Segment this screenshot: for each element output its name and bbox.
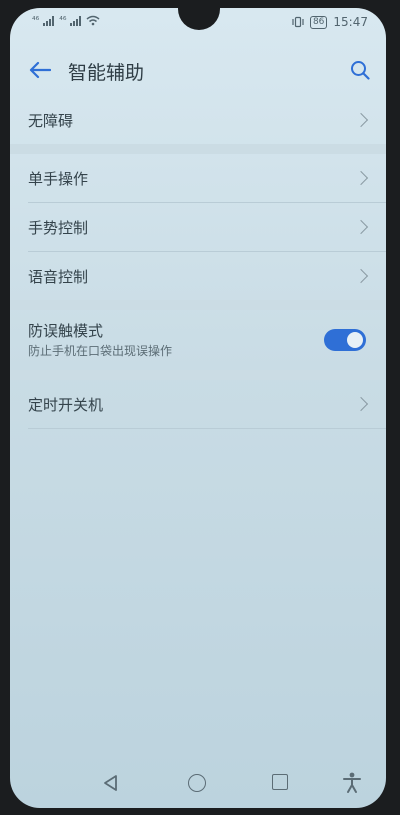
page-title: 智能辅助: [68, 62, 145, 84]
settings-item-label: 定时开关机: [28, 395, 104, 414]
settings-item-voice-control[interactable]: 语音控制: [10, 252, 386, 300]
nav-home-icon[interactable]: [188, 774, 206, 792]
group-divider: [10, 144, 386, 154]
chevron-right-icon: [353, 170, 369, 186]
settings-item-description: 防止手机在口袋出现误操作: [28, 344, 173, 358]
search-icon: [351, 61, 370, 80]
status-right: 86 15:47: [292, 15, 368, 29]
nav-back-icon[interactable]: [102, 774, 120, 792]
search-button[interactable]: [344, 54, 376, 86]
settings-item-label: 语音控制: [28, 267, 89, 286]
chevron-right-icon: [353, 112, 369, 128]
signal-1-label: ⁴⁶: [32, 15, 40, 26]
status-bar: ⁴⁶ ⁴⁶ 86 15:47: [10, 8, 386, 36]
settings-item-accessibility[interactable]: 无障碍: [10, 96, 386, 144]
chevron-right-icon: [353, 396, 369, 412]
nav-recent-icon[interactable]: [272, 774, 288, 790]
settings-item-scheduled-power[interactable]: 定时开关机: [10, 380, 386, 428]
back-button[interactable]: [24, 54, 56, 86]
settings-item-anti-mistouch[interactable]: 防误触模式 防止手机在口袋出现误操作: [10, 310, 386, 370]
signal-2-label: ⁴⁶: [59, 15, 67, 26]
settings-item-label: 单手操作: [28, 169, 89, 188]
signal-bars-2-icon: [70, 15, 82, 26]
signal-bars-icon: [43, 15, 55, 26]
vibrate-icon: [292, 16, 304, 28]
battery-level: 86: [309, 15, 328, 29]
chevron-right-icon: [353, 219, 369, 235]
status-left: ⁴⁶ ⁴⁶: [32, 15, 100, 26]
settings-item-label: 防误触模式: [28, 322, 104, 340]
wifi-icon: [86, 15, 100, 26]
back-arrow-icon: [29, 61, 51, 79]
accessibility-icon[interactable]: [342, 772, 362, 794]
group-divider: [10, 300, 386, 310]
clock: 15:47: [333, 15, 368, 29]
settings-item-label: 无障碍: [28, 111, 74, 130]
settings-list: 无障碍 单手操作 手势控制 语音控制 防误触模式 防止手机在口袋出现误操作 定时…: [10, 96, 386, 429]
settings-item-label: 手势控制: [28, 218, 89, 237]
settings-item-gesture-control[interactable]: 手势控制: [10, 203, 386, 251]
toggle-knob: [347, 332, 363, 348]
divider: [28, 428, 386, 429]
group-divider: [10, 370, 386, 380]
app-bar: 智能辅助: [10, 48, 386, 92]
anti-mistouch-toggle[interactable]: [324, 329, 366, 351]
phone-screen: ⁴⁶ ⁴⁶ 86 15:47 智能辅助 无障碍 单手操作 手势控制 语音控制 防…: [10, 8, 386, 808]
settings-item-one-hand[interactable]: 单手操作: [10, 154, 386, 202]
chevron-right-icon: [353, 268, 369, 284]
navigation-bar: [10, 762, 386, 808]
